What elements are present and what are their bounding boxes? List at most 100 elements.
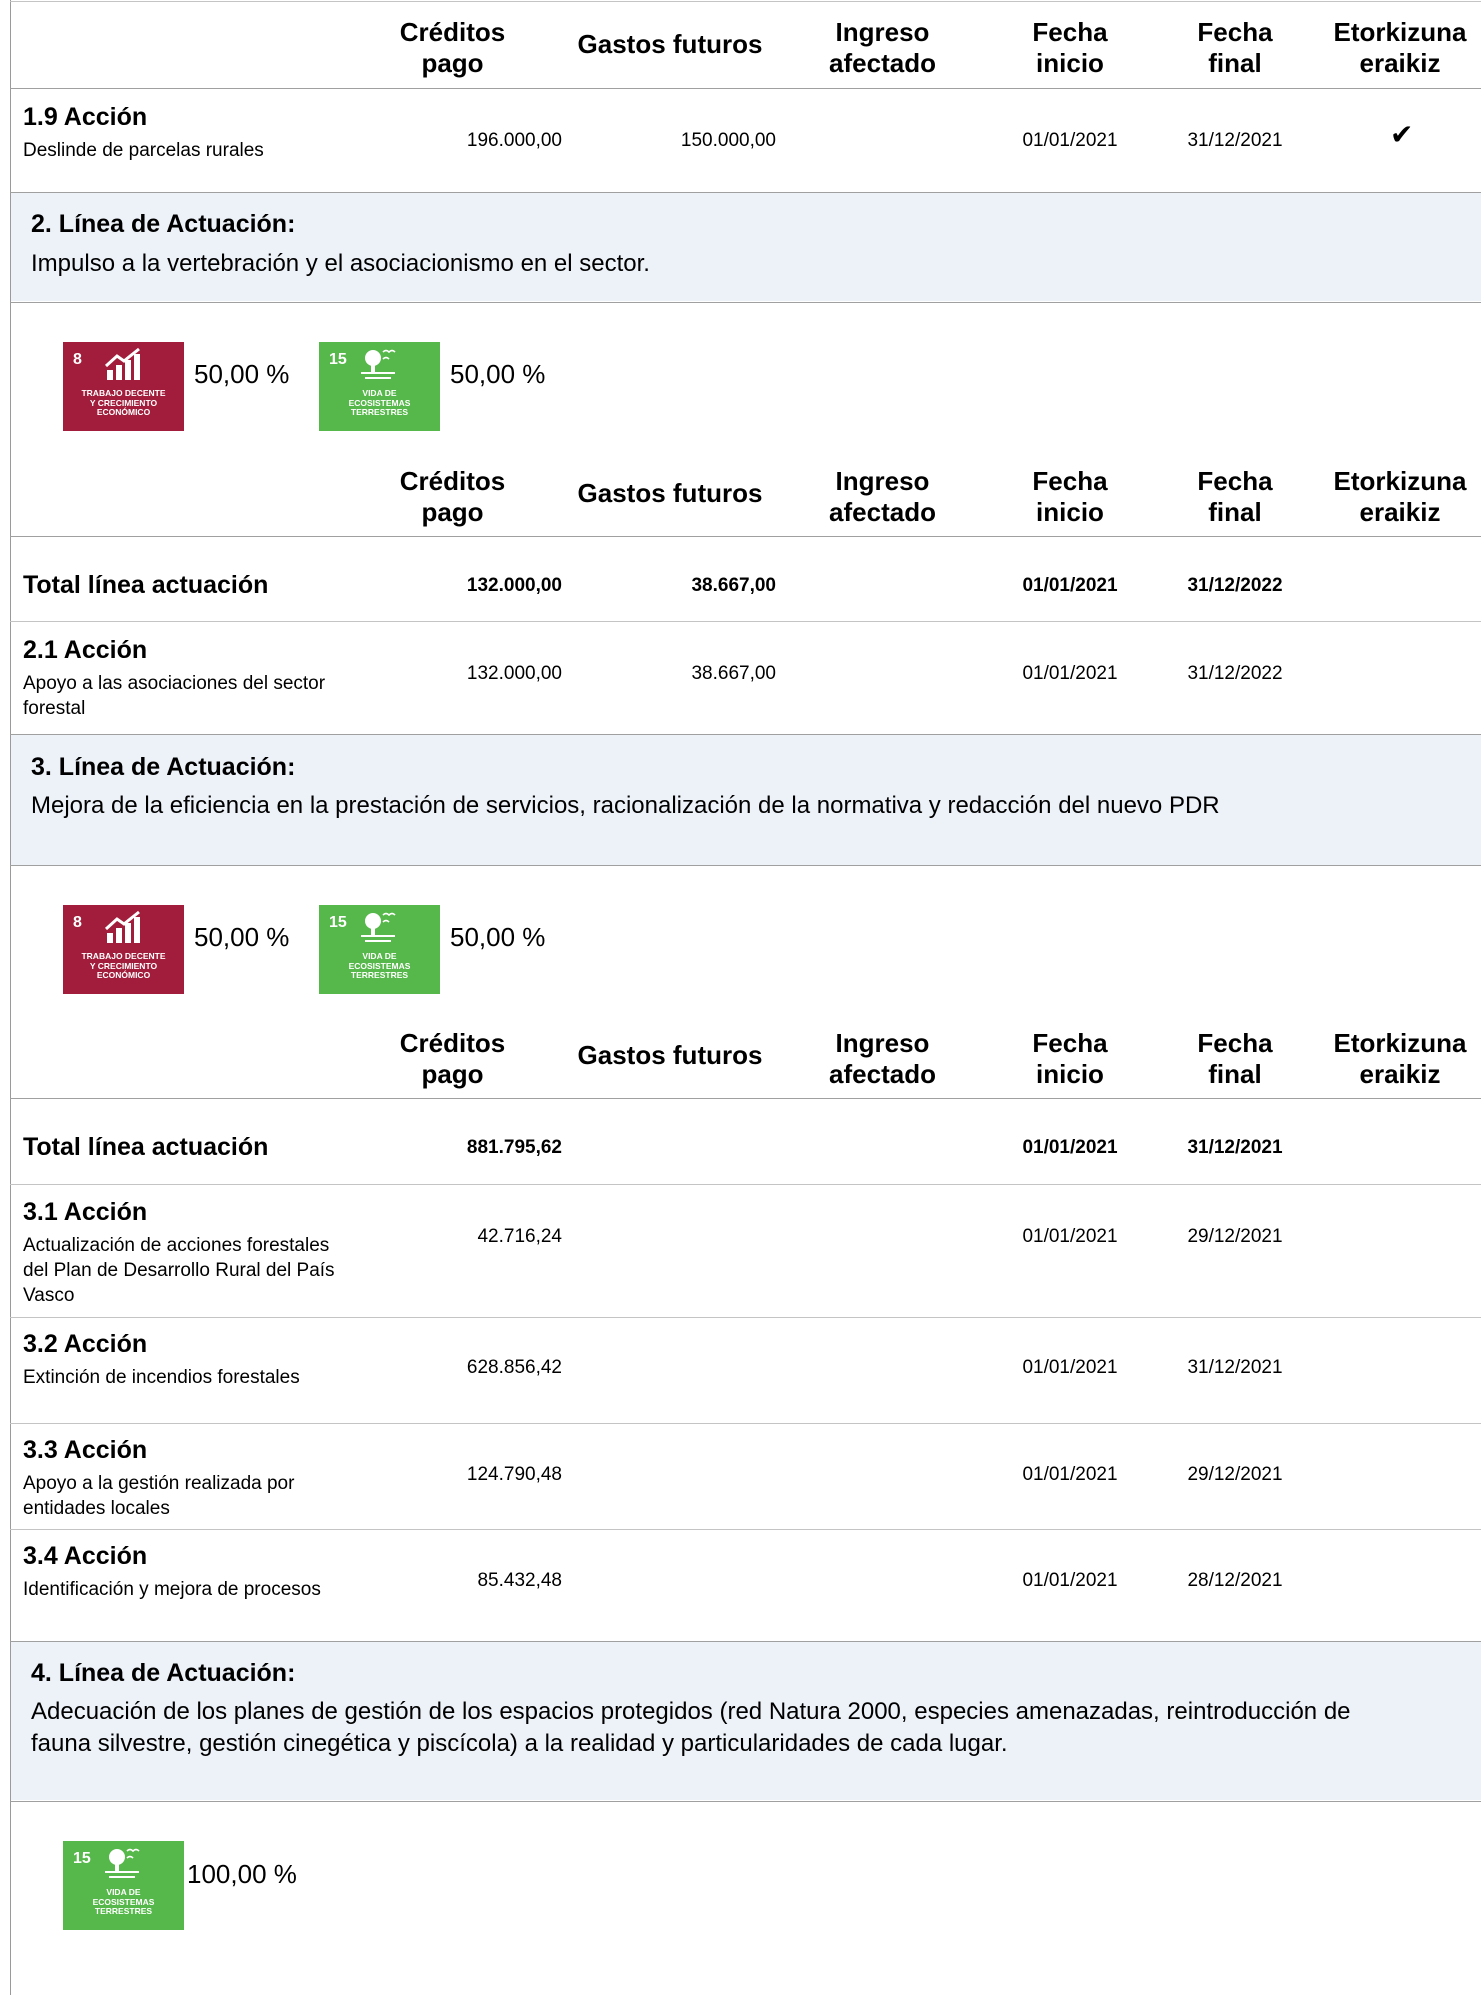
document-page: Créditos pago Gastos futuros Ingreso afect… bbox=[0, 0, 1481, 1995]
ods-8-badge: 8 TRABAJO DECENTE Y CRECIMIENTO ECONÓMICO bbox=[63, 905, 184, 994]
total-label: Total línea actuación bbox=[23, 571, 269, 599]
header-fecha-inicio: Fecha inicio bbox=[1032, 1028, 1108, 1089]
ods-number: 8 bbox=[73, 914, 82, 931]
header-gastos: Gastos futuros bbox=[577, 29, 763, 59]
tree-bird-icon bbox=[361, 912, 396, 942]
ods-number: 15 bbox=[73, 1850, 91, 1867]
header-gastos: Gastos futuros bbox=[577, 478, 763, 508]
linea-text: Adecuación de los planes de gestión de l… bbox=[31, 1698, 1351, 1757]
total-label: Total línea actuación bbox=[23, 1133, 269, 1161]
divider bbox=[10, 621, 1481, 622]
divider bbox=[10, 302, 1481, 303]
divider bbox=[10, 1529, 1481, 1530]
accion-fecha-final: 28/12/2021 bbox=[1187, 1570, 1283, 1591]
ods-label: TRABAJO DECENTE Y CRECIMIENTO ECONÓMICO bbox=[81, 951, 166, 980]
accion-fecha-final: 29/12/2021 bbox=[1187, 1464, 1283, 1485]
accion-fecha-inicio: 01/01/2021 bbox=[1022, 1226, 1118, 1247]
total-creditos: 132.000,00 bbox=[466, 575, 562, 596]
header-fecha-final: Fecha final bbox=[1197, 17, 1273, 78]
linea-text: Impulso a la vertebración y el asociacio… bbox=[31, 250, 650, 277]
header-etorkizuna: Etorkizuna eraikiz bbox=[1333, 17, 1467, 78]
divider bbox=[10, 1423, 1481, 1424]
accion-creditos: 132.000,00 bbox=[466, 663, 562, 684]
accion-creditos: 628.856,42 bbox=[466, 1357, 562, 1378]
accion-fecha-final: 31/12/2021 bbox=[1187, 130, 1283, 151]
total-gastos: 38.667,00 bbox=[691, 575, 776, 596]
total-fecha-final: 31/12/2021 bbox=[1187, 1137, 1283, 1158]
accion-desc: Actualización de acciones forestales del… bbox=[23, 1235, 335, 1306]
ods-15-percent: 50,00 % bbox=[450, 359, 546, 389]
linea-3-block: 3. Línea de Actuación: Mejora de la efic… bbox=[11, 735, 1481, 865]
accion-fecha-inicio: 01/01/2021 bbox=[1022, 663, 1118, 684]
ods-number: 8 bbox=[73, 351, 82, 368]
ods-8-badge: 8 TRABAJO DECENTE Y CRECIMIENTO ECONÓMICO bbox=[63, 342, 184, 431]
accion-gastos: 150.000,00 bbox=[680, 130, 776, 151]
linea-2-block: 2. Línea de Actuación: Impulso a la vert… bbox=[11, 193, 1481, 301]
header-fecha-inicio: Fecha inicio bbox=[1032, 466, 1108, 527]
linea-text: Mejora de la eficiencia en la prestación… bbox=[31, 792, 1220, 819]
divider bbox=[10, 865, 1481, 866]
divider bbox=[10, 1184, 1481, 1185]
divider bbox=[10, 536, 1481, 537]
header-creditos: Créditos pago bbox=[399, 17, 506, 78]
accion-desc: Apoyo a las asociaciones del sector fore… bbox=[23, 673, 326, 719]
accion-desc: Extinción de incendios forestales bbox=[23, 1367, 300, 1388]
divider bbox=[10, 88, 1481, 89]
total-fecha-inicio: 01/01/2021 bbox=[1022, 1137, 1118, 1158]
accion-creditos: 124.790,48 bbox=[466, 1464, 562, 1485]
divider bbox=[10, 1, 1481, 2]
total-fecha-final: 31/12/2022 bbox=[1187, 575, 1283, 596]
ods-15-badge: 15 VIDA DE ECOSISTEMAS TERRESTRES bbox=[319, 905, 440, 994]
header-creditos: Créditos pago bbox=[399, 1028, 506, 1089]
ods-label: VIDA DE ECOSISTEMAS TERRESTRES bbox=[92, 1887, 155, 1916]
total-fecha-inicio: 01/01/2021 bbox=[1022, 575, 1118, 596]
ods-15-percent: 100,00 % bbox=[187, 1859, 297, 1889]
header-ingreso: Ingreso afectado bbox=[829, 466, 936, 527]
ods-label: VIDA DE ECOSISTEMAS TERRESTRES bbox=[348, 951, 411, 980]
accion-gastos: 38.667,00 bbox=[691, 663, 776, 684]
header-fecha-final: Fecha final bbox=[1197, 466, 1273, 527]
accion-creditos: 42.716,24 bbox=[477, 1226, 562, 1247]
ods-15-badge: 15 VIDA DE ECOSISTEMAS TERRESTRES bbox=[319, 342, 440, 431]
accion-fecha-final: 31/12/2022 bbox=[1187, 663, 1283, 684]
total-creditos: 881.795,62 bbox=[466, 1137, 562, 1158]
accion-desc: Identificación y mejora de procesos bbox=[23, 1579, 321, 1600]
divider bbox=[10, 1801, 1481, 1802]
ods-15-badge: 15 VIDA DE ECOSISTEMAS TERRESTRES bbox=[63, 1841, 184, 1930]
ods-label: TRABAJO DECENTE Y CRECIMIENTO ECONÓMICO bbox=[81, 388, 166, 417]
header-gastos: Gastos futuros bbox=[577, 1040, 763, 1070]
accion-title: 3.4 Acción bbox=[23, 1542, 148, 1570]
accion-fecha-inicio: 01/01/2021 bbox=[1022, 1357, 1118, 1378]
divider bbox=[10, 1098, 1481, 1099]
header-fecha-inicio: Fecha inicio bbox=[1032, 17, 1108, 78]
accion-title: 3.3 Acción bbox=[23, 1436, 148, 1464]
accion-creditos: 196.000,00 bbox=[466, 130, 562, 151]
growth-chart-icon bbox=[104, 347, 140, 380]
accion-fecha-final: 31/12/2021 bbox=[1187, 1357, 1283, 1378]
divider bbox=[10, 1317, 1481, 1318]
growth-chart-icon bbox=[104, 910, 140, 943]
accion-creditos: 85.432,48 bbox=[477, 1570, 562, 1591]
header-fecha-final: Fecha final bbox=[1197, 1028, 1273, 1089]
accion-title: 3.2 Acción bbox=[23, 1330, 148, 1358]
accion-fecha-inicio: 01/01/2021 bbox=[1022, 1464, 1118, 1485]
accion-fecha-inicio: 01/01/2021 bbox=[1022, 1570, 1118, 1591]
accion-fecha-inicio: 01/01/2021 bbox=[1022, 130, 1118, 151]
ods-8-percent: 50,00 % bbox=[194, 359, 290, 389]
tree-bird-icon bbox=[105, 1848, 140, 1878]
linea-title: 4. Línea de Actuación: bbox=[31, 1659, 296, 1687]
header-etorkizuna: Etorkizuna eraikiz bbox=[1333, 466, 1467, 527]
ods-number: 15 bbox=[329, 914, 347, 931]
header-ingreso: Ingreso afectado bbox=[829, 1028, 936, 1089]
header-etorkizuna: Etorkizuna eraikiz bbox=[1333, 1028, 1467, 1089]
header-ingreso: Ingreso afectado bbox=[829, 17, 936, 78]
header-creditos: Créditos pago bbox=[399, 466, 506, 527]
accion-title: 2.1 Acción bbox=[23, 636, 148, 664]
ods-15-percent: 50,00 % bbox=[450, 922, 546, 952]
linea-title: 3. Línea de Actuación: bbox=[31, 753, 296, 781]
tree-bird-icon bbox=[361, 349, 396, 379]
accion-fecha-final: 29/12/2021 bbox=[1187, 1226, 1283, 1247]
ods-8-percent: 50,00 % bbox=[194, 922, 290, 952]
linea-title: 2. Línea de Actuación: bbox=[31, 210, 296, 238]
accion-title: 3.1 Acción bbox=[23, 1198, 148, 1226]
